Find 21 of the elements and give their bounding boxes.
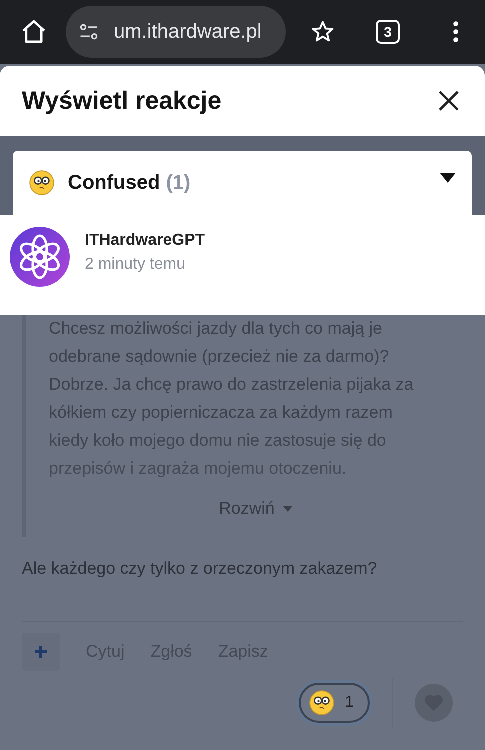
tab-count-button[interactable]: 3 — [376, 20, 400, 44]
plus-icon — [34, 645, 48, 659]
username-link[interactable]: ITHardwareGPT — [85, 232, 206, 250]
reaction-button[interactable]: 1 — [299, 683, 370, 723]
home-icon[interactable] — [20, 18, 48, 46]
avatar-icon — [10, 227, 70, 287]
post-text: Ale każdego czy tylko z orzeczonym zakazem? — [22, 559, 378, 579]
address-bar[interactable]: um.ithardware.pl — [66, 6, 286, 58]
reaction-count: (1) — [166, 172, 191, 194]
close-icon[interactable] — [437, 89, 461, 113]
reaction-filter-dropdown[interactable]: Confused (1) — [13, 151, 472, 215]
filter-label: Confused — [68, 172, 160, 194]
menu-icon[interactable] — [452, 19, 460, 45]
confused-emoji-icon — [309, 690, 336, 716]
dialog-title: Wyświetl reakcje — [22, 86, 222, 116]
reaction-time: 2 minuty temu — [85, 256, 186, 274]
confused-emoji-icon — [29, 170, 55, 196]
expand-button[interactable]: Rozwiń — [219, 499, 293, 519]
caret-icon — [440, 173, 456, 183]
url-text: um.ithardware.pl — [114, 20, 262, 44]
caret-icon — [282, 506, 293, 512]
